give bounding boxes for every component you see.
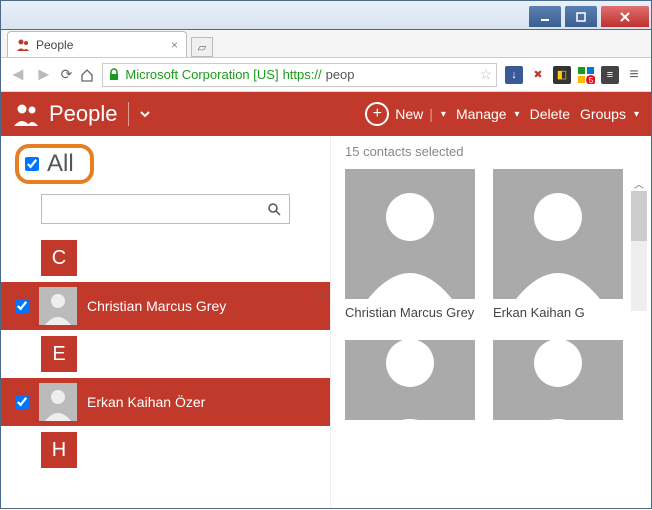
url-rest: peop — [326, 67, 355, 82]
avatar-icon — [493, 340, 623, 420]
groups-label: Groups — [580, 106, 626, 122]
url-scheme: https:// — [283, 67, 322, 82]
contacts-list: C Christian Marcus Grey E Erkan Kaihan Ö… — [1, 234, 330, 474]
contact-card[interactable]: Erkan Kaihan G — [493, 169, 623, 320]
window-close-button[interactable] — [601, 6, 649, 27]
chevron-down-icon[interactable]: ▾ — [441, 109, 446, 120]
delete-label: Delete — [530, 106, 570, 122]
avatar-icon — [493, 169, 623, 299]
manage-button[interactable]: Manage ▾ — [456, 106, 520, 122]
avatar-icon — [345, 169, 475, 299]
scroll-up-icon[interactable]: ︿ — [631, 176, 647, 191]
new-tab-button[interactable]: ▱ — [191, 37, 213, 57]
tab-close-icon[interactable]: × — [171, 38, 178, 52]
avatar-icon — [39, 383, 77, 421]
card-name: Christian Marcus Grey — [345, 305, 475, 320]
details-pane: 15 contacts selected Christian Marcus Gr… — [331, 136, 651, 508]
app-title: People — [49, 101, 118, 127]
browser-tabstrip: People × ▱ — [1, 30, 651, 58]
divider: | — [429, 106, 433, 122]
contact-checkbox[interactable] — [15, 299, 29, 313]
forward-button[interactable]: ► — [35, 64, 53, 85]
new-label: New — [395, 106, 423, 122]
letter-header[interactable]: H — [41, 432, 77, 468]
ev-cert-label: Microsoft Corporation [US] — [125, 67, 278, 82]
people-icon — [16, 38, 30, 52]
contact-checkbox[interactable] — [15, 395, 29, 409]
browser-toolbar: ◄ ► ⟳ Microsoft Corporation [US] https:/… — [1, 58, 651, 92]
scroll-thumb[interactable] — [631, 191, 647, 241]
home-button[interactable] — [80, 68, 94, 82]
search-icon[interactable] — [267, 202, 281, 216]
people-icon — [13, 101, 39, 127]
browser-menu-button[interactable]: ≡ — [625, 66, 643, 84]
extension-icon[interactable]: 5 — [577, 66, 595, 84]
address-bar[interactable]: Microsoft Corporation [US] https://peop … — [102, 63, 497, 87]
extension-icon[interactable]: ≡ — [601, 66, 619, 84]
browser-tab[interactable]: People × — [7, 31, 187, 57]
window-titlebar — [0, 0, 652, 30]
contact-row[interactable]: Erkan Kaihan Özer — [1, 378, 330, 426]
selection-status: 15 contacts selected — [345, 144, 651, 159]
avatar-icon — [39, 287, 77, 325]
contact-card[interactable] — [493, 340, 623, 420]
svg-text:5: 5 — [589, 76, 594, 84]
divider — [128, 102, 129, 126]
window-minimize-button[interactable] — [529, 6, 561, 27]
delete-button[interactable]: Delete — [530, 106, 570, 122]
groups-button[interactable]: Groups ▾ — [580, 106, 639, 122]
bookmark-star-icon[interactable]: ☆ — [479, 66, 492, 83]
scrollbar[interactable]: ︿ — [314, 286, 328, 486]
contact-card[interactable] — [345, 340, 475, 420]
contact-row[interactable]: Christian Marcus Grey — [1, 282, 330, 330]
contacts-list-pane: All C Christian Marcus Gre — [1, 136, 331, 508]
letter-header[interactable]: E — [41, 336, 77, 372]
plus-icon: + — [365, 102, 389, 126]
extension-icon[interactable]: ↓ — [505, 66, 523, 84]
search-box[interactable] — [41, 194, 290, 224]
tab-title: People — [36, 38, 73, 52]
extension-icon[interactable]: ✖ — [529, 66, 547, 84]
contact-name: Christian Marcus Grey — [87, 298, 226, 314]
extension-icons: ↓ ✖ ◧ 5 ≡ ≡ — [505, 66, 643, 84]
new-button[interactable]: + New | ▾ — [365, 102, 446, 126]
window-maximize-button[interactable] — [565, 6, 597, 27]
chevron-down-icon: ▾ — [634, 109, 639, 120]
scrollbar[interactable]: ︿ — [631, 176, 647, 311]
letter-header[interactable]: C — [41, 240, 77, 276]
card-name: Erkan Kaihan G — [493, 305, 623, 320]
app-header: People + New | ▾ Manage ▾ Delete Groups … — [1, 92, 651, 136]
select-all-control[interactable]: All — [15, 144, 94, 184]
chevron-down-icon: ▾ — [515, 109, 520, 120]
back-button[interactable]: ◄ — [9, 64, 27, 85]
select-all-checkbox[interactable] — [25, 157, 39, 171]
view-dropdown[interactable] — [139, 108, 151, 120]
scroll-track[interactable] — [631, 191, 647, 311]
scroll-up-icon[interactable]: ︿ — [314, 286, 328, 301]
search-input[interactable] — [50, 202, 267, 217]
manage-label: Manage — [456, 106, 507, 122]
extension-icon[interactable]: ◧ — [553, 66, 571, 84]
lock-icon — [107, 68, 121, 82]
select-all-label: All — [47, 150, 74, 178]
contact-name: Erkan Kaihan Özer — [87, 394, 205, 410]
reload-button[interactable]: ⟳ — [61, 66, 73, 83]
avatar-icon — [345, 340, 475, 420]
contact-card[interactable]: Christian Marcus Grey — [345, 169, 475, 320]
